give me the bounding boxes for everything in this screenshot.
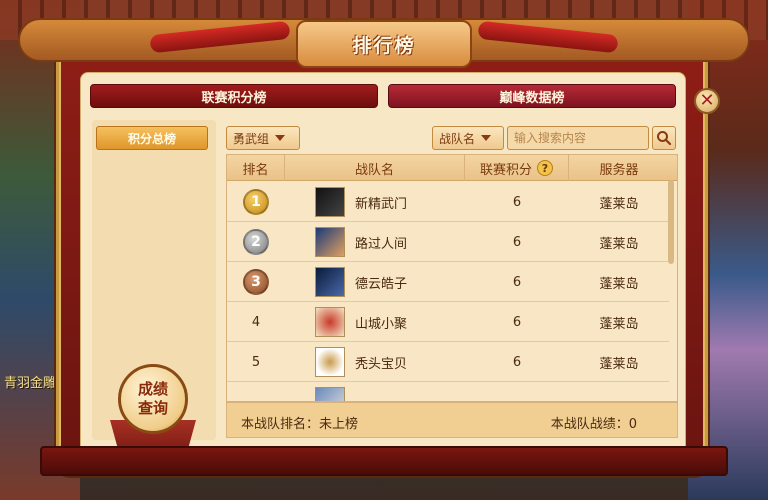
query-button-line1: 成绩 [137, 380, 168, 398]
team-status-bar: 本战队排名：未上榜 本战队战绩：0 [226, 402, 678, 438]
panel-title: 排行榜 [296, 20, 472, 68]
score-cell: 6 [512, 274, 522, 290]
table-row[interactable]: 2 路过人间 6 蓬莱岛 [227, 222, 669, 262]
rank-cell: 5 [251, 354, 261, 370]
help-icon[interactable]: ? [537, 160, 553, 176]
my-team-record: 本战队战绩：0 [550, 417, 637, 432]
header-server: 服务器 [599, 162, 639, 178]
table-header: 排名 战队名 联赛积分 ? 服务器 [227, 155, 677, 181]
sidebar-item-total-points[interactable]: 积分总榜 [96, 126, 208, 150]
header-rank: 排名 [227, 155, 285, 181]
team-cell: 路过人间 [315, 222, 465, 262]
ranking-table: 排名 战队名 联赛积分 ? 服务器 1 新精武门 6 蓬莱岛 2 路过人间 6 … [226, 154, 678, 402]
table-row[interactable]: 1 新精武门 6 蓬莱岛 [227, 182, 669, 222]
team-avatar [315, 267, 345, 297]
bottom-beam [40, 446, 728, 476]
chevron-down-icon [481, 135, 492, 141]
table-row[interactable]: 3 德云皓子 6 蓬莱岛 [227, 262, 669, 302]
team-name: 路过人间 [355, 236, 408, 252]
team-cell: 德云皓子 [315, 262, 465, 302]
my-team-rank: 本战队排名：未上榜 [241, 417, 359, 432]
search-button[interactable] [652, 126, 676, 150]
table-row[interactable]: 5 秃头宝贝 6 蓬莱岛 [227, 342, 669, 382]
team-name: 德云皓子 [355, 276, 408, 292]
team-cell: 秃头宝贝 [315, 342, 465, 382]
score-cell: 6 [512, 234, 522, 250]
gold-medal-icon: 1 [243, 189, 269, 215]
team-name: 山城小聚 [355, 316, 408, 332]
search-type-select[interactable]: 战队名 [432, 126, 504, 150]
score-cell: 6 [512, 194, 522, 210]
server-cell: 蓬莱岛 [599, 236, 639, 252]
tab-peak-data[interactable]: 巅峰数据榜 [388, 84, 676, 108]
rank-cell: 4 [251, 314, 261, 330]
close-icon: ✕ [699, 90, 715, 111]
tab-league-points[interactable]: 联赛积分榜 [90, 84, 378, 108]
group-select-value: 勇武组 [233, 131, 270, 146]
header-score-label: 联赛积分 [479, 162, 532, 178]
rank-cell: 3 [227, 262, 285, 302]
table-row[interactable]: 4 山城小聚 6 蓬莱岛 [227, 302, 669, 342]
silver-medal-icon: 2 [243, 229, 269, 255]
team-cell: 新精武门 [315, 182, 465, 222]
score-cell: 6 [512, 354, 522, 370]
team-avatar [315, 187, 345, 217]
search-icon [657, 131, 672, 146]
table-scrollbar[interactable] [668, 180, 674, 264]
score-cell: 6 [512, 314, 522, 330]
team-cell [315, 382, 465, 401]
team-avatar [315, 347, 345, 377]
server-cell: 蓬莱岛 [599, 356, 639, 372]
server-cell: 蓬莱岛 [599, 196, 639, 212]
team-name: 新精武门 [355, 196, 408, 212]
team-name: 秃头宝贝 [355, 356, 408, 372]
query-button-line2: 查询 [137, 399, 168, 417]
team-avatar [315, 387, 345, 401]
server-cell: 蓬莱岛 [599, 316, 639, 332]
query-results-button[interactable]: 成绩 查询 [118, 364, 188, 434]
rank-cell: 2 [227, 222, 285, 262]
chevron-down-icon [275, 135, 286, 141]
header-team: 战队名 [285, 155, 465, 181]
search-type-value: 战队名 [439, 131, 476, 146]
table-row-partial[interactable] [227, 382, 669, 401]
team-avatar [315, 227, 345, 257]
group-select[interactable]: 勇武组 [226, 126, 300, 150]
header-score: 联赛积分 ? [465, 155, 569, 181]
team-avatar [315, 307, 345, 337]
close-button[interactable]: ✕ [694, 88, 720, 114]
search-input[interactable] [507, 126, 649, 150]
npc-name-label: 青羽金雕 [4, 376, 57, 391]
rank-cell: 1 [227, 182, 285, 222]
team-cell: 山城小聚 [315, 302, 465, 342]
server-cell: 蓬莱岛 [599, 276, 639, 292]
bronze-medal-icon: 3 [243, 269, 269, 295]
